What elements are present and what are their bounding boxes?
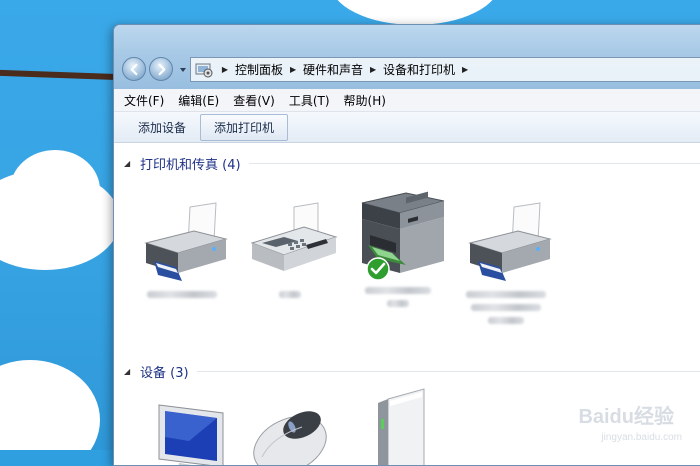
group-header-devices[interactable]: ◢ 设备 (3) xyxy=(124,361,700,381)
breadcrumb-separator[interactable]: ▶ xyxy=(219,65,231,74)
group-header-printers[interactable]: ◢ 打印机和传真 (4) xyxy=(124,153,700,173)
breadcrumb-separator[interactable]: ▶ xyxy=(367,65,379,74)
blurred-device-label xyxy=(387,300,409,307)
breadcrumb-control-panel[interactable]: 控制面板 xyxy=(235,61,283,78)
blurred-device-label xyxy=(365,287,431,294)
default-check-icon xyxy=(366,257,390,281)
explorer-window: ▶ 控制面板 ▶ 硬件和声音 ▶ 设备和打印机 ▶ 文件(F) 编辑(E) 查看… xyxy=(113,24,700,466)
group-title-printers: 打印机和传真 (4) xyxy=(140,157,241,173)
cloud-top xyxy=(330,0,500,25)
device-fax[interactable] xyxy=(236,201,344,298)
command-bar: 添加设备 添加打印机 xyxy=(114,112,700,143)
printer-icon xyxy=(468,202,552,281)
multifunction-printer-icon xyxy=(361,191,445,273)
device-external-drive[interactable] xyxy=(350,385,458,465)
group-title-devices: 设备 (3) xyxy=(140,365,189,381)
group-divider xyxy=(248,162,700,164)
add-device-button[interactable]: 添加设备 xyxy=(128,114,196,141)
menu-file[interactable]: 文件(F) xyxy=(124,92,164,109)
blurred-device-label xyxy=(471,304,541,311)
control-panel-icon xyxy=(195,63,213,77)
add-printer-button[interactable]: 添加打印机 xyxy=(200,113,289,141)
address-bar[interactable]: ▶ 控制面板 ▶ 硬件和声音 ▶ 设备和打印机 ▶ xyxy=(190,57,700,82)
menu-tools[interactable]: 工具(T) xyxy=(289,92,330,109)
breadcrumb-separator[interactable]: ▶ xyxy=(287,65,299,74)
monitor-icon xyxy=(158,404,224,465)
fax-icon xyxy=(250,202,338,271)
breadcrumb-devices-printers[interactable]: 设备和打印机 xyxy=(383,61,455,78)
recent-pages-dropdown[interactable] xyxy=(178,65,188,75)
device-mouse[interactable] xyxy=(238,397,346,465)
cable xyxy=(0,69,131,81)
collapse-triangle-icon[interactable]: ◢ xyxy=(124,159,132,168)
cloud-left-2 xyxy=(10,150,100,230)
device-printer-1[interactable] xyxy=(128,201,236,298)
back-button[interactable] xyxy=(122,57,146,81)
mouse-icon xyxy=(253,411,327,465)
blurred-device-label xyxy=(488,317,524,324)
blurred-device-label xyxy=(466,291,546,298)
title-bar: ▶ 控制面板 ▶ 硬件和声音 ▶ 设备和打印机 ▶ xyxy=(114,25,700,89)
content-pane: ◢ 打印机和传真 (4) ◢ 设备 (3) Baidu经验 jingyan.ba… xyxy=(114,143,700,465)
forward-arrow-icon xyxy=(158,63,165,75)
menu-bar: 文件(F) 编辑(E) 查看(V) 工具(T) 帮助(H) xyxy=(114,89,700,112)
menu-view[interactable]: 查看(V) xyxy=(233,92,275,109)
watermark-url: jingyan.baidu.com xyxy=(601,432,682,443)
watermark-logo: Baidu经验 xyxy=(578,406,674,428)
breadcrumb-separator[interactable]: ▶ xyxy=(459,65,471,74)
collapse-triangle-icon[interactable]: ◢ xyxy=(124,367,132,376)
menu-edit[interactable]: 编辑(E) xyxy=(178,92,219,109)
device-printer-2[interactable] xyxy=(452,201,560,324)
device-multifunction-printer[interactable] xyxy=(344,183,452,307)
breadcrumb-hardware-sound[interactable]: 硬件和声音 xyxy=(303,61,363,78)
group-divider xyxy=(196,370,700,372)
menu-help[interactable]: 帮助(H) xyxy=(344,92,386,109)
printer-icon xyxy=(144,202,228,281)
cloud-bottom-left xyxy=(0,360,100,450)
blurred-device-label xyxy=(279,291,301,298)
blurred-device-label xyxy=(147,291,217,298)
back-arrow-icon xyxy=(130,63,137,75)
external-drive-icon xyxy=(378,388,425,465)
forward-button[interactable] xyxy=(149,57,173,81)
device-monitor[interactable] xyxy=(140,397,248,465)
